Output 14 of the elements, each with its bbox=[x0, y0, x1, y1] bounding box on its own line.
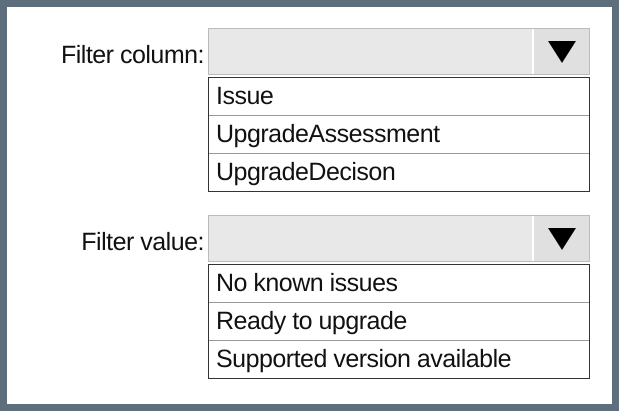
dropdown-option[interactable]: Supported version available bbox=[209, 341, 589, 378]
caret-icon bbox=[546, 226, 576, 250]
dropdown-option[interactable]: UpgradeDecison bbox=[209, 154, 589, 191]
dropdown-option[interactable]: No known issues bbox=[209, 265, 589, 303]
dropdown-option[interactable]: Ready to upgrade bbox=[209, 303, 589, 341]
dropdown-field[interactable] bbox=[208, 215, 590, 262]
dropdown-button[interactable] bbox=[532, 216, 589, 261]
dropdown-button[interactable] bbox=[532, 29, 589, 74]
dropdown-option[interactable]: Issue bbox=[209, 78, 589, 116]
field-label: Filter value: bbox=[80, 227, 205, 258]
caret-icon bbox=[546, 40, 576, 64]
dropdown-field[interactable] bbox=[208, 28, 590, 75]
dropdown-option[interactable]: UpgradeAssessment bbox=[209, 116, 589, 154]
field-label: Filter column: bbox=[60, 40, 205, 71]
